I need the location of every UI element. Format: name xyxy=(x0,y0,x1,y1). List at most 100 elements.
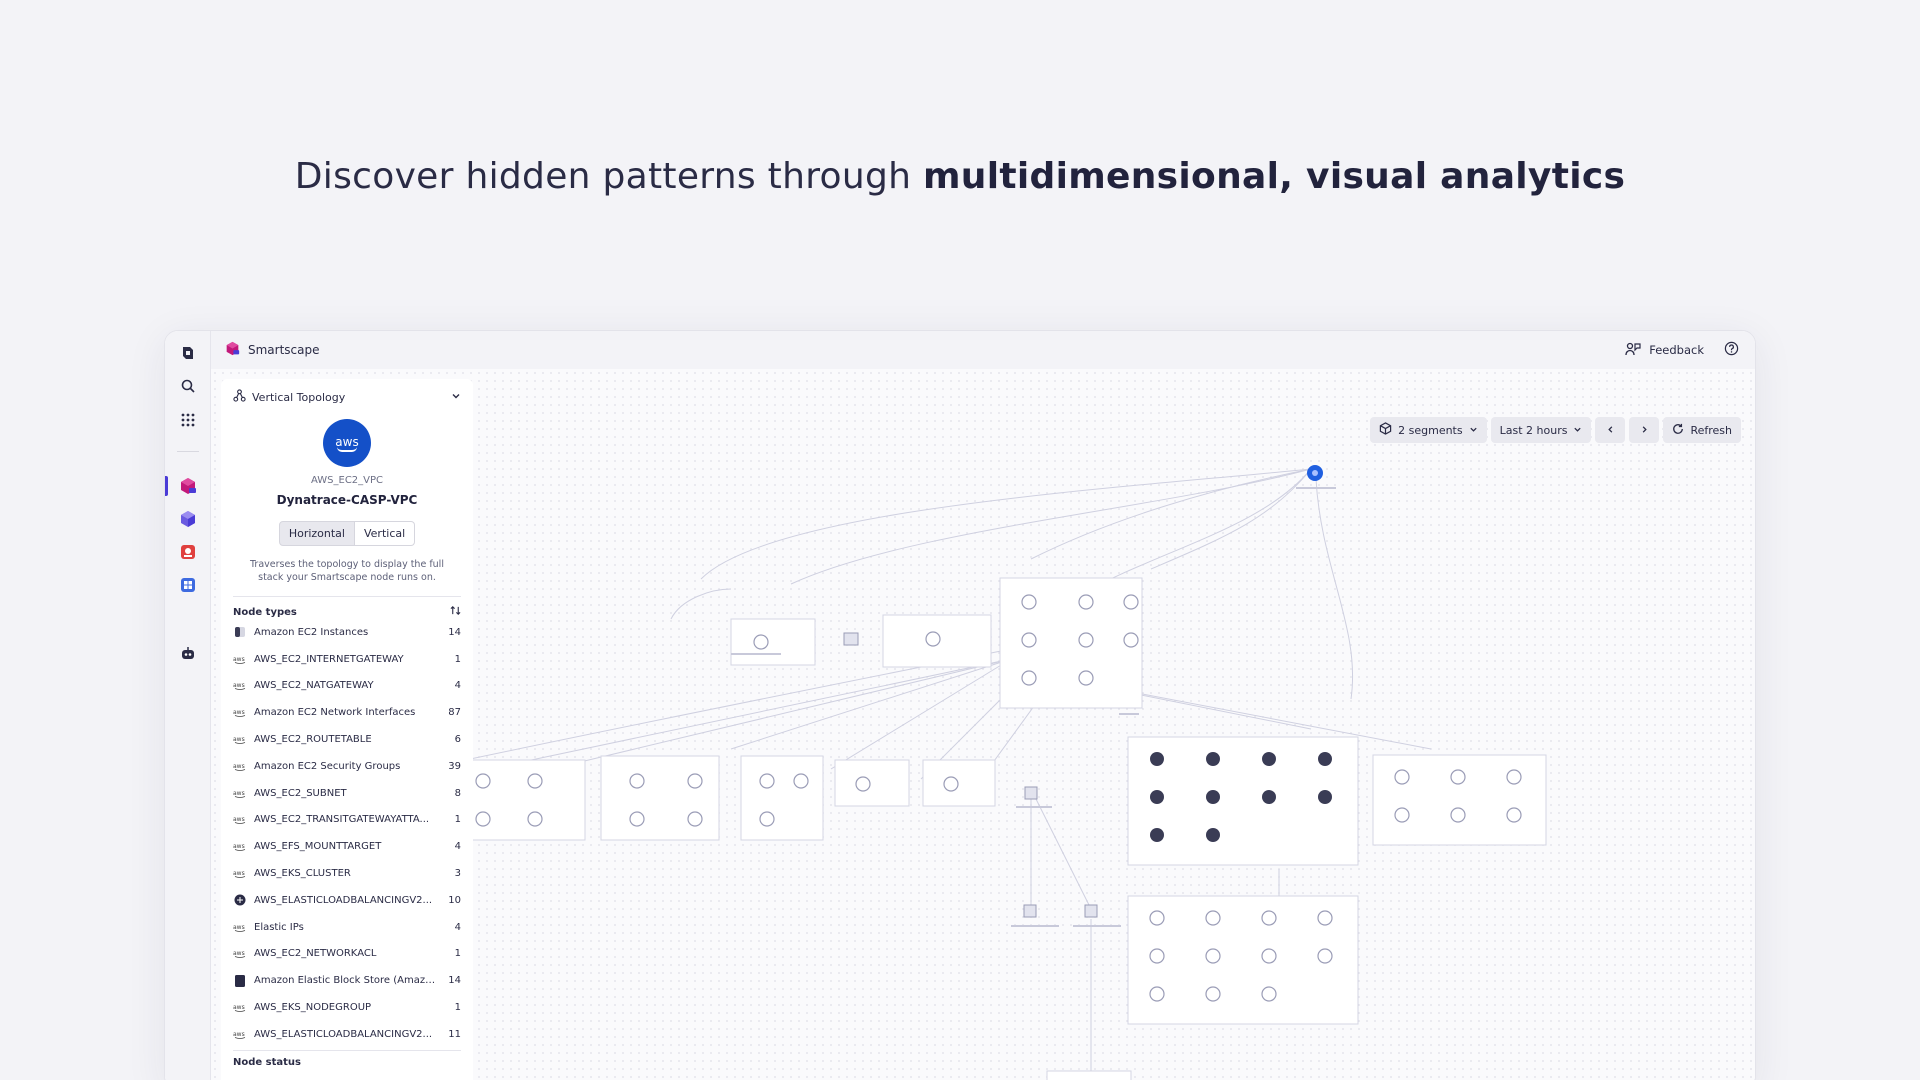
node-type-row[interactable]: aws Amazon EC2 Security Groups 39 xyxy=(233,753,461,780)
node-type-count: 4 xyxy=(454,921,461,933)
node-type-name: AWS_ELASTICLOADBALANCINGV2... xyxy=(254,894,433,906)
dashboard-app-icon[interactable] xyxy=(177,574,199,596)
node-type-row[interactable]: AWS_ELASTICLOADBALANCINGV2... 10 xyxy=(233,887,461,914)
node-type-row[interactable]: aws AWS_EC2_NATGATEWAY 4 xyxy=(233,673,461,700)
node-type-row[interactable]: Amazon Elastic Block Store (Amazo... 14 xyxy=(233,967,461,994)
node-type-count: 1 xyxy=(454,948,461,960)
node-type-count: 11 xyxy=(448,1028,461,1040)
node-type-row[interactable]: aws AWS_EKS_NODEGROUP 1 xyxy=(233,994,461,1021)
cube-app-icon[interactable] xyxy=(177,508,199,530)
svg-text:aws: aws xyxy=(233,924,245,931)
node-type-name: AWS_EKS_CLUSTER xyxy=(254,868,351,880)
node-type-name: AWS_EC2_NETWORKACL xyxy=(254,948,377,960)
refresh-button[interactable]: Refresh xyxy=(1663,417,1741,443)
node-type-count: 4 xyxy=(454,841,461,853)
node-groups xyxy=(464,577,1547,1080)
node-type-count: 39 xyxy=(448,760,461,772)
svg-text:aws: aws xyxy=(233,790,245,797)
node-type-row[interactable]: aws AWS_EKS_CLUSTER 3 xyxy=(233,860,461,887)
topology-description: Traverses the topology to display the fu… xyxy=(250,559,444,583)
apps-grid-icon[interactable] xyxy=(177,409,199,431)
app-title: Smartscape xyxy=(225,341,320,359)
node-type-name: Amazon EC2 Security Groups xyxy=(254,760,401,772)
node-type-row[interactable]: aws AWS_EC2_INTERNETGATEWAY 1 xyxy=(233,646,461,673)
node-type-row[interactable]: Amazon EC2 Instances 14 xyxy=(233,619,461,646)
svg-text:aws: aws xyxy=(233,816,245,823)
feedback-button[interactable]: Feedback xyxy=(1625,342,1704,359)
timeframe-prev-button[interactable] xyxy=(1595,417,1626,443)
canvas-toolbar: 2 segments Last 2 hours Refresh xyxy=(1370,417,1741,443)
orientation-toggle: Horizontal Vertical xyxy=(221,521,473,546)
node-type-count: 14 xyxy=(448,626,461,638)
vpc-node xyxy=(1307,465,1323,481)
headline-lead: Discover hidden patterns through xyxy=(294,156,923,197)
node-type-count: 3 xyxy=(454,868,461,880)
horizontal-option[interactable]: Horizontal xyxy=(278,521,355,546)
segments-select[interactable]: 2 segments xyxy=(1370,417,1487,443)
timeframe-next-button[interactable] xyxy=(1629,417,1660,443)
search-icon[interactable] xyxy=(177,375,199,397)
svg-text:aws: aws xyxy=(233,1031,245,1038)
assistant-bot-icon[interactable] xyxy=(177,642,199,664)
svg-text:aws: aws xyxy=(233,682,245,689)
node-type-row[interactable]: aws AWS_EC2_TRANSITGATEWAYATTA... 1 xyxy=(233,807,461,834)
node-type-row[interactable]: aws AWS_EC2_SUBNET 8 xyxy=(233,780,461,807)
svg-text:aws: aws xyxy=(233,736,245,743)
timeframe-select[interactable]: Last 2 hours xyxy=(1490,417,1592,443)
node-type-name: AWS_EC2_NATGATEWAY xyxy=(254,680,374,692)
aws-icon: aws xyxy=(233,1028,247,1040)
node-type-row[interactable]: aws Amazon EC2 Network Interfaces 87 xyxy=(233,699,461,726)
svg-text:aws: aws xyxy=(233,709,245,716)
load-balancer-icon xyxy=(233,894,247,906)
active-indicator xyxy=(165,476,168,496)
node-type-count: 1 xyxy=(454,653,461,665)
node-type-name: AWS_EC2_SUBNET xyxy=(254,787,347,799)
aws-icon: aws xyxy=(233,841,247,853)
timeframe-label: Last 2 hours xyxy=(1499,423,1568,437)
view-label: Vertical Topology xyxy=(252,390,346,404)
aws-icon: aws xyxy=(233,814,247,826)
alert-app-icon[interactable] xyxy=(177,541,199,563)
feedback-label: Feedback xyxy=(1649,343,1704,357)
node-type-count: 8 xyxy=(454,787,461,799)
node-type-count: 4 xyxy=(454,680,461,692)
node-type-count: 6 xyxy=(454,734,461,746)
topology-icon xyxy=(233,389,246,405)
node-types-label: Node types xyxy=(233,606,297,618)
svg-text:aws: aws xyxy=(233,870,245,877)
smartscape-app-icon[interactable] xyxy=(177,475,199,497)
ec2-instance-icon xyxy=(233,626,247,638)
svg-text:aws: aws xyxy=(233,843,245,850)
help-icon[interactable] xyxy=(1724,341,1739,359)
node-type-row[interactable]: aws AWS_ELASTICLOADBALANCINGV2... 11 xyxy=(233,1021,461,1048)
refresh-label: Refresh xyxy=(1690,423,1732,437)
segments-label: 2 segments xyxy=(1398,423,1463,437)
node-type-name: AWS_EC2_TRANSITGATEWAYATTA... xyxy=(254,814,430,826)
smartscape-logo-icon xyxy=(225,341,240,359)
aws-icon: aws xyxy=(233,948,247,960)
node-types-list: Amazon EC2 Instances 14 aws AWS_EC2_INTERNE… xyxy=(221,619,473,1048)
aws-icon: aws xyxy=(233,707,247,719)
node-type-row[interactable]: aws AWS_EC2_ROUTETABLE 6 xyxy=(233,726,461,753)
node-type-row[interactable]: aws AWS_EFS_MOUNTTARGET 4 xyxy=(233,833,461,860)
node-type-row[interactable]: aws Elastic IPs 4 xyxy=(233,914,461,941)
node-types-header: Node types xyxy=(221,597,473,619)
chevron-right-icon xyxy=(1640,424,1649,437)
node-type-row[interactable]: aws AWS_EC2_NETWORKACL 1 xyxy=(233,941,461,968)
dynatrace-logo-icon[interactable] xyxy=(177,342,199,364)
aws-logo-icon: aws xyxy=(323,419,371,467)
node-type-count: 87 xyxy=(448,707,461,719)
aws-icon: aws xyxy=(233,921,247,933)
node-type-name: AWS_EC2_ROUTETABLE xyxy=(254,734,372,746)
vertical-option[interactable]: Vertical xyxy=(354,521,416,546)
node-type-count: 1 xyxy=(454,1002,461,1014)
view-select[interactable]: Vertical Topology xyxy=(221,379,473,415)
node-type-name: Elastic IPs xyxy=(254,921,304,933)
topology-panel: Vertical Topology aws AWS_EC2_VPC Dynatr… xyxy=(221,379,473,1080)
node-type-name: Amazon EC2 Instances xyxy=(254,626,369,638)
entity-name: Dynatrace-CASP-VPC xyxy=(276,493,418,507)
svg-text:aws: aws xyxy=(233,1004,245,1011)
svg-text:aws: aws xyxy=(233,763,245,770)
sort-icon[interactable] xyxy=(450,605,461,619)
node-type-name: AWS_EKS_NODEGROUP xyxy=(254,1002,372,1014)
